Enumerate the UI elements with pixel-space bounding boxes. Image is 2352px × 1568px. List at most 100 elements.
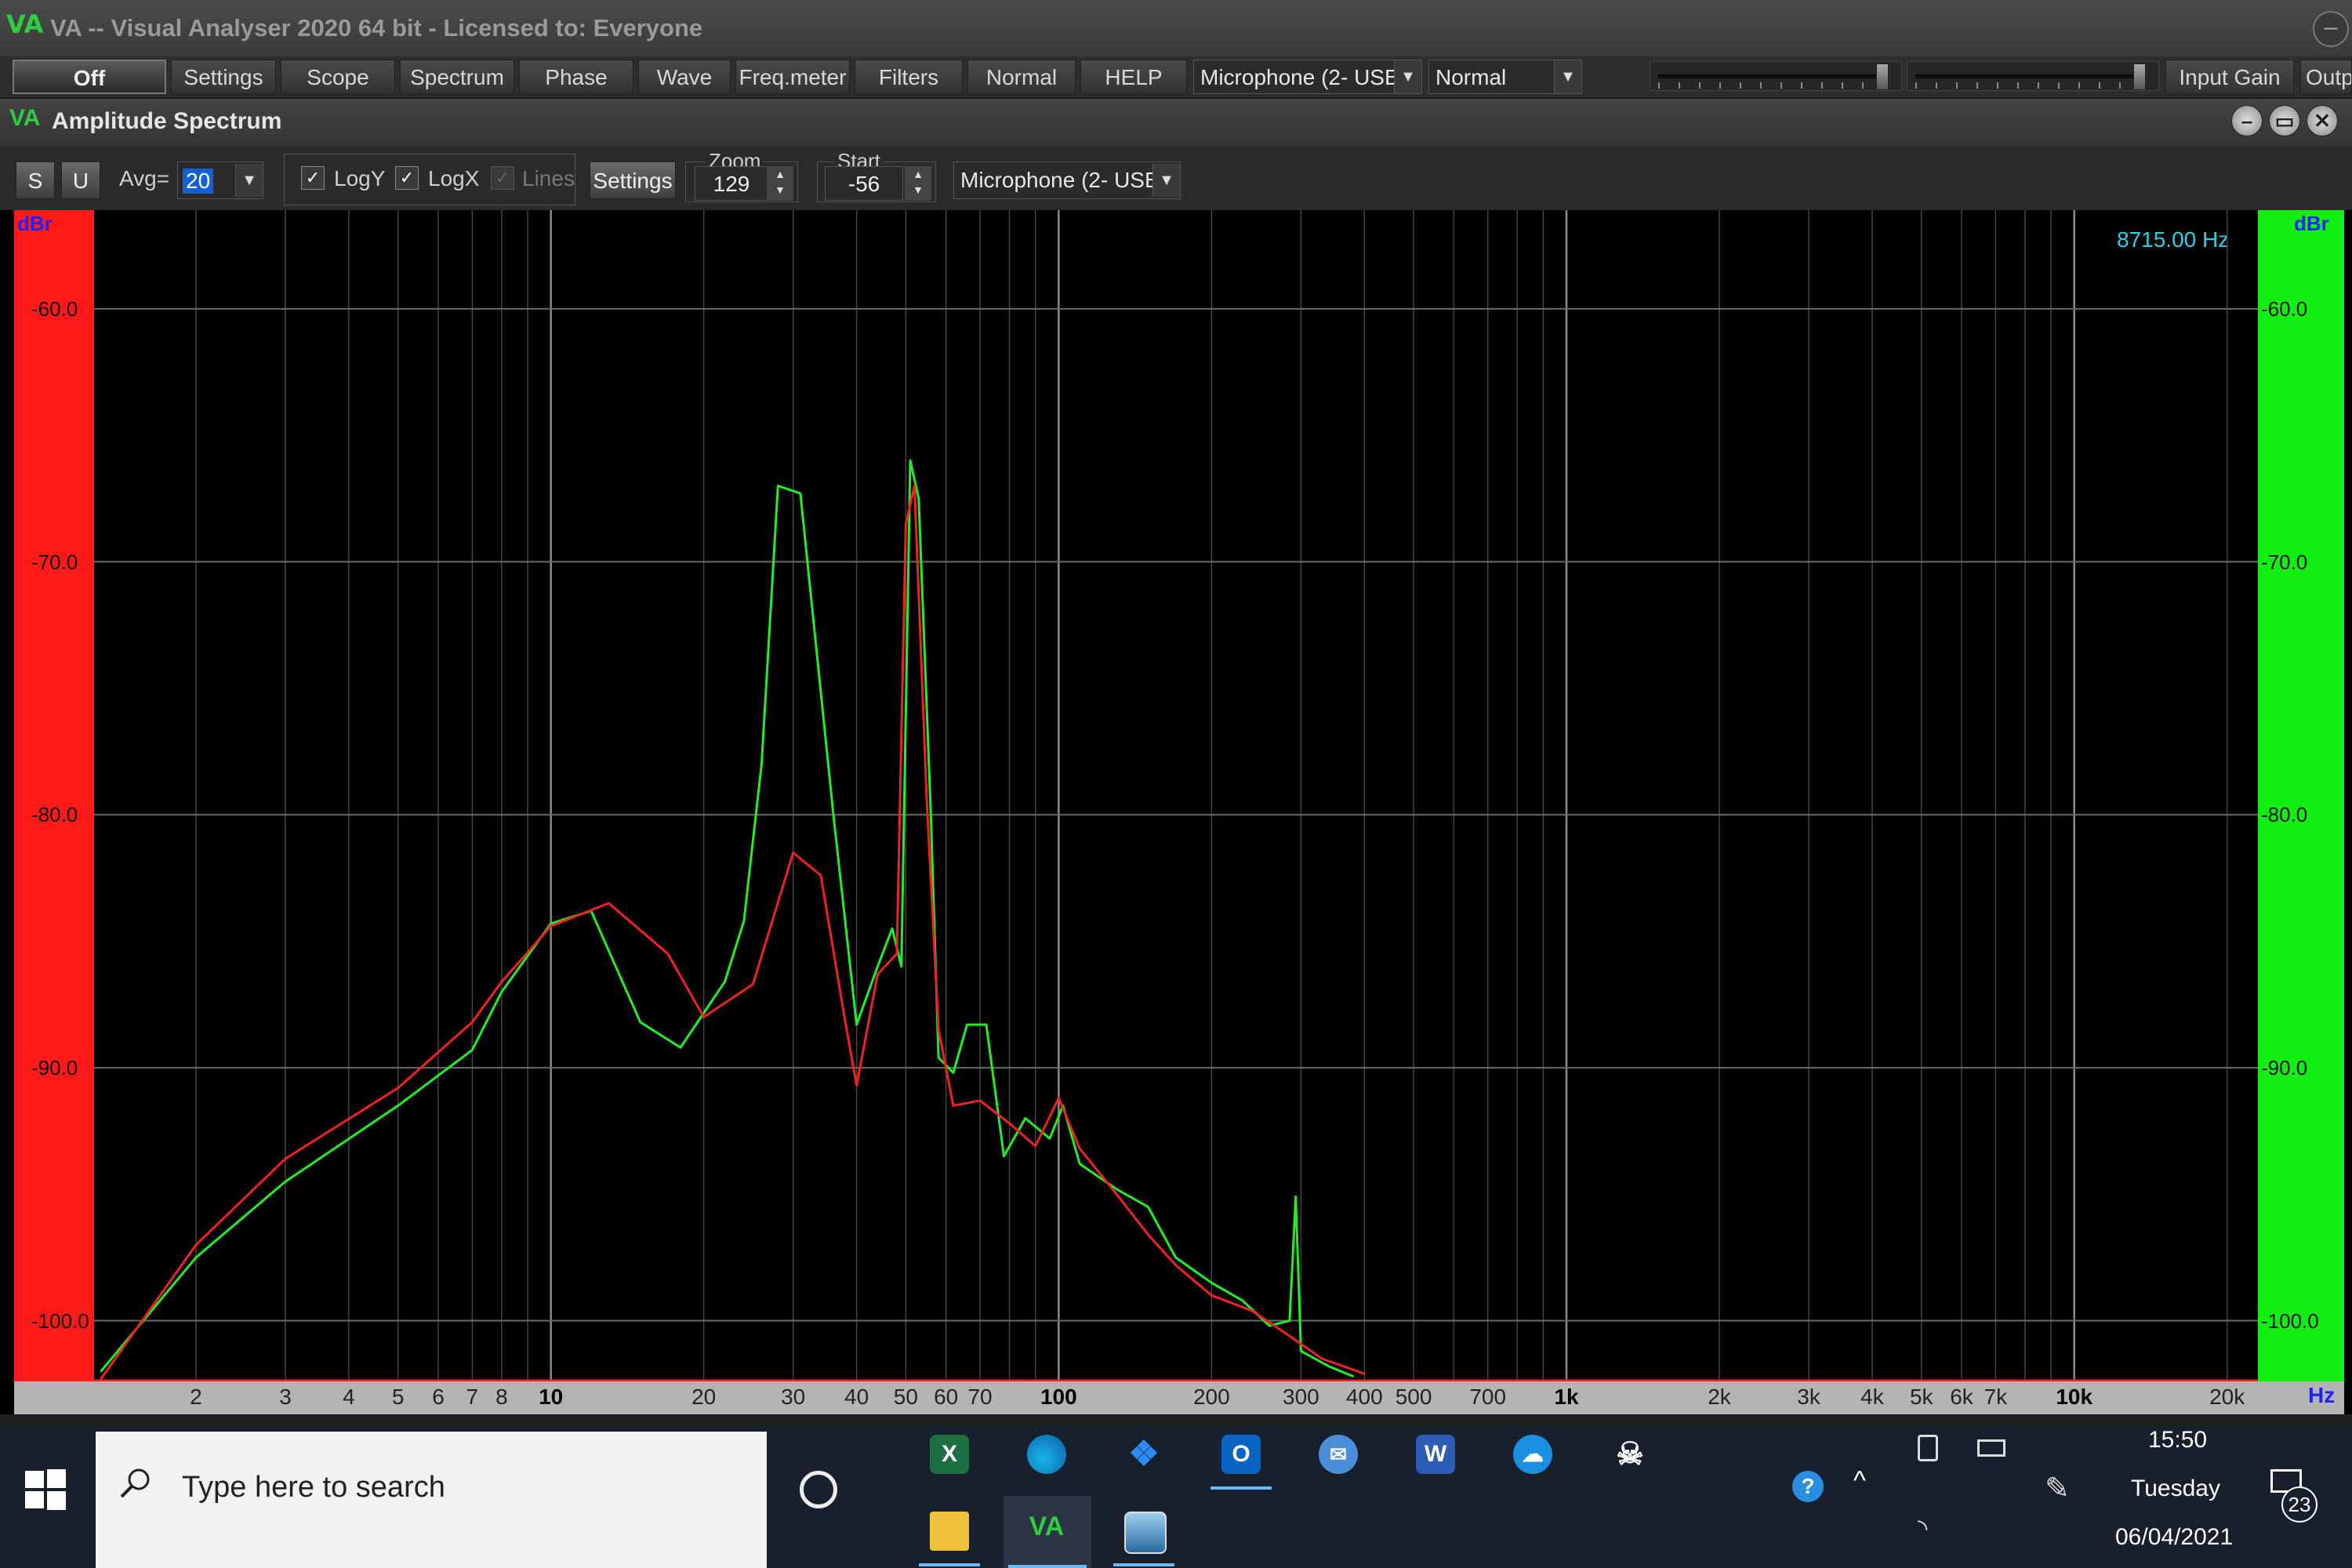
logx-checkbox[interactable]: ✓ (395, 166, 419, 190)
data-point (891, 927, 894, 930)
taskbar-alien-app[interactable]: ☠ (1595, 1427, 1665, 1483)
x-tick-label: 2k (1708, 1385, 1731, 1409)
lines-label: Lines (522, 166, 575, 191)
data-point (1174, 1256, 1177, 1259)
slider-ticks (1658, 82, 1878, 89)
x-tick-label: 4 (343, 1385, 355, 1409)
u-button[interactable]: U (61, 162, 100, 199)
data-point (397, 1105, 399, 1107)
spectrum-button[interactable]: Spectrum (400, 60, 514, 94)
logx-label: LogX (428, 166, 480, 191)
clock-day[interactable]: Tuesday (2131, 1475, 2220, 1502)
taskbar-photos[interactable] (1109, 1504, 1179, 1566)
start-stepper[interactable]: ▲ ▼ (905, 166, 931, 201)
chevron-down-icon[interactable]: ▼ (1152, 164, 1180, 197)
alien-icon: ☠ (1616, 1437, 1644, 1472)
taskbar-visual-analyser[interactable]: VA (1004, 1496, 1091, 1568)
filters-button[interactable]: Filters (855, 60, 963, 94)
spectrum-settings-button[interactable]: Settings (590, 162, 676, 199)
chevron-down-icon[interactable]: ▼ (1554, 60, 1581, 93)
close-icon[interactable]: ✕ (2307, 105, 2338, 136)
settings-button[interactable]: Settings (171, 60, 276, 94)
x-tick-label: 10k (2056, 1385, 2093, 1409)
maximize-icon[interactable]: ▭ (2269, 105, 2300, 136)
data-point (1300, 1350, 1302, 1352)
s-button[interactable]: S (16, 162, 55, 199)
app-logo-text: VA (6, 9, 44, 39)
slider-thumb[interactable] (1876, 64, 1889, 90)
data-point (877, 965, 879, 967)
zoom-input[interactable]: 129 (695, 166, 768, 201)
lines-checkbox[interactable]: ✓ (491, 166, 514, 190)
data-point (1363, 1373, 1366, 1375)
device-tray-icon[interactable] (1918, 1435, 1938, 1461)
right-y-tick-label: -100.0 (2261, 1308, 2319, 1333)
phase-button[interactable]: Phase (519, 60, 633, 94)
spectrum-chart[interactable] (94, 210, 2258, 1381)
clock-time[interactable]: 15:50 (2148, 1427, 2207, 1454)
freqmeter-button[interactable]: Freq.meter (735, 60, 850, 94)
cortana-icon[interactable] (800, 1471, 837, 1508)
taskbar-excel[interactable]: X (914, 1427, 985, 1483)
taskbar-outlook[interactable]: O (1206, 1427, 1276, 1490)
windows-start-icon[interactable] (24, 1468, 67, 1512)
spectrum-device-select[interactable]: Microphone (2- USB ▼ (953, 162, 1181, 199)
data-point (952, 1072, 955, 1074)
taskbar-onedrive[interactable]: ☁ (1497, 1427, 1568, 1483)
data-point (930, 814, 932, 816)
help-button[interactable]: HELP (1080, 60, 1187, 94)
normal-button[interactable]: Normal (967, 60, 1076, 94)
taskbar-word[interactable]: W (1400, 1427, 1471, 1483)
taskbar-file-explorer[interactable] (914, 1504, 985, 1566)
scope-button[interactable]: Scope (281, 60, 395, 94)
taskbar-mail[interactable]: ✉ (1303, 1427, 1374, 1483)
spectrum-device-value: Microphone (2- USB (960, 168, 1160, 192)
power-off-button[interactable]: Off (13, 60, 166, 94)
slider-thumb[interactable] (2133, 64, 2146, 90)
start-input[interactable]: -56 (825, 166, 903, 201)
zoom-stepper[interactable]: ▲ ▼ (767, 166, 793, 201)
data-point (855, 1084, 858, 1087)
input-gain-button[interactable]: Input Gain (2165, 60, 2294, 94)
clock-date[interactable]: 06/04/2021 (2115, 1524, 2233, 1551)
avg-label: Avg= (119, 166, 170, 191)
data-point (792, 851, 794, 854)
data-point (937, 1029, 940, 1031)
data-point (855, 1023, 858, 1026)
x-tick-label: 3k (1797, 1385, 1820, 1409)
taskbar-dropbox[interactable]: ❖ (1109, 1427, 1179, 1483)
minimize-icon[interactable]: – (2313, 11, 2349, 47)
input-device-select[interactable]: Microphone (2- USB ▼ (1193, 60, 1422, 94)
search-icon (120, 1468, 150, 1498)
wave-button[interactable]: Wave (638, 60, 731, 94)
pen-icon[interactable]: ✎ (2045, 1471, 2070, 1506)
taskbar-edge[interactable] (1011, 1427, 1082, 1483)
right-y-tick-label: -80.0 (2261, 803, 2308, 827)
mode-select[interactable]: Normal ▼ (1428, 60, 1582, 94)
logy-checkbox[interactable]: ✓ (301, 166, 325, 190)
x-tick-label: 7 (466, 1385, 479, 1409)
avg-select[interactable]: 20 ▼ (177, 162, 263, 199)
word-icon: W (1416, 1435, 1455, 1474)
onedrive-icon: ☁ (1513, 1435, 1552, 1474)
app-logo-text: VA (9, 105, 41, 131)
help-tray-icon[interactable]: ? (1792, 1471, 1824, 1502)
chevron-up-icon[interactable]: ^ (1853, 1466, 1866, 1497)
slider-ticks (1915, 82, 2135, 89)
data-point (1294, 1196, 1297, 1198)
chevron-down-icon[interactable]: ▼ (235, 164, 263, 197)
input-gain-slider[interactable] (1650, 61, 1902, 91)
battery-icon[interactable] (1977, 1439, 2005, 1457)
chevron-down-icon[interactable]: ▼ (1394, 60, 1421, 93)
data-point (397, 1087, 399, 1089)
output-gain-button[interactable]: Outp (2300, 60, 2352, 94)
notification-count[interactable]: 23 (2281, 1486, 2318, 1523)
spectrum-window-title: Amplitude Spectrum (52, 108, 282, 134)
wifi-icon[interactable]: ◝ (1918, 1513, 1927, 1543)
data-point (1268, 1324, 1271, 1327)
minimize-icon[interactable]: – (2231, 105, 2263, 136)
x-tick-label: 5 (391, 1385, 405, 1409)
data-point (550, 925, 552, 927)
data-point (1210, 1294, 1213, 1297)
output-gain-slider[interactable] (1907, 61, 2159, 91)
